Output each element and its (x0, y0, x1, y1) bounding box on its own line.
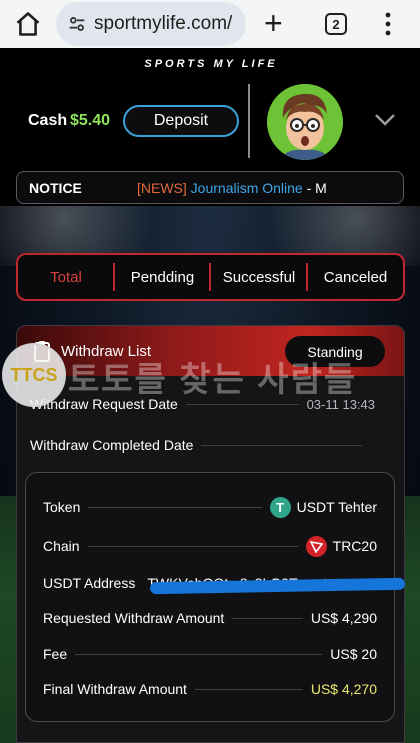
site-settings-icon[interactable] (66, 13, 88, 35)
leader-line (75, 653, 323, 655)
deposit-button[interactable]: Deposit (123, 105, 239, 137)
brand-logo[interactable]: SPORTS MY LIFE (136, 58, 286, 78)
address-label: USDT Address (43, 575, 136, 591)
header-divider (248, 84, 250, 158)
leader-line (87, 545, 298, 547)
tron-icon (305, 535, 327, 557)
browser-toolbar: sportmylife.com/ + 2 (0, 0, 420, 48)
watermark-logo: TTCS (2, 343, 66, 407)
avatar[interactable] (267, 84, 343, 160)
requested-amount-label: Requested Withdraw Amount (43, 610, 225, 626)
more-menu-icon[interactable] (385, 11, 391, 37)
url-text: sportmylife.com/ (94, 13, 233, 34)
avatar-illustration (267, 84, 343, 160)
token-row: Token T USDT Tehter (43, 496, 377, 518)
leader-line (185, 403, 299, 405)
leader-line (88, 506, 262, 508)
final-amount-value: US$ 4,270 (310, 681, 377, 697)
token-label: Token (43, 499, 81, 515)
leader-line (232, 617, 303, 619)
new-tab-icon[interactable]: + (264, 7, 283, 39)
final-amount-label: Final Withdraw Amount (43, 681, 187, 697)
chain-row: Chain TRC20 (43, 535, 377, 557)
cash-balance: $5.40 (70, 112, 111, 129)
final-amount-row: Final Withdraw Amount US$ 4,270 (43, 679, 377, 699)
tab-total[interactable]: Total (18, 255, 114, 299)
chain-label: Chain (43, 538, 80, 554)
fee-value: US$ 20 (330, 646, 377, 662)
notice-tag: [NEWS] (137, 180, 187, 196)
fee-row: Fee US$ 20 (43, 644, 377, 664)
requested-amount-row: Requested Withdraw Amount US$ 4,290 (43, 608, 377, 628)
requested-amount-value: US$ 4,290 (310, 610, 377, 626)
home-icon[interactable] (14, 10, 42, 38)
leader-line (201, 444, 362, 446)
tab-pending[interactable]: Pendding (115, 255, 210, 299)
completed-date-label: Withdraw Completed Date (30, 437, 194, 453)
tab-switcher-button[interactable]: 2 (325, 13, 347, 35)
status-filter: Total Pendding Successful Canceled (16, 253, 405, 301)
address-bar[interactable]: sportmylife.com/ (56, 2, 246, 46)
tab-successful[interactable]: Successful (211, 255, 307, 299)
notice-label: NOTICE (29, 180, 82, 196)
token-value: USDT Tehter (296, 499, 377, 515)
notice-link[interactable]: Journalism Online (191, 180, 303, 196)
chevron-down-icon[interactable] (374, 113, 396, 127)
cash-label: Cash (28, 112, 68, 129)
tab-canceled[interactable]: Canceled (308, 255, 403, 299)
leader-line (194, 688, 303, 690)
fee-label: Fee (43, 646, 68, 662)
tether-icon: T (269, 496, 291, 518)
chain-value: TRC20 (332, 538, 377, 554)
notice-rest: - M (302, 180, 327, 196)
notice-ticker[interactable]: [NEWS] Journalism Online - M (137, 180, 349, 196)
watermark-text: 토토를 찾는 사람들 (68, 361, 358, 399)
notice-bar[interactable]: NOTICE [NEWS] Journalism Online - M (16, 171, 404, 204)
completed-date-row: Withdraw Completed Date (30, 435, 370, 455)
